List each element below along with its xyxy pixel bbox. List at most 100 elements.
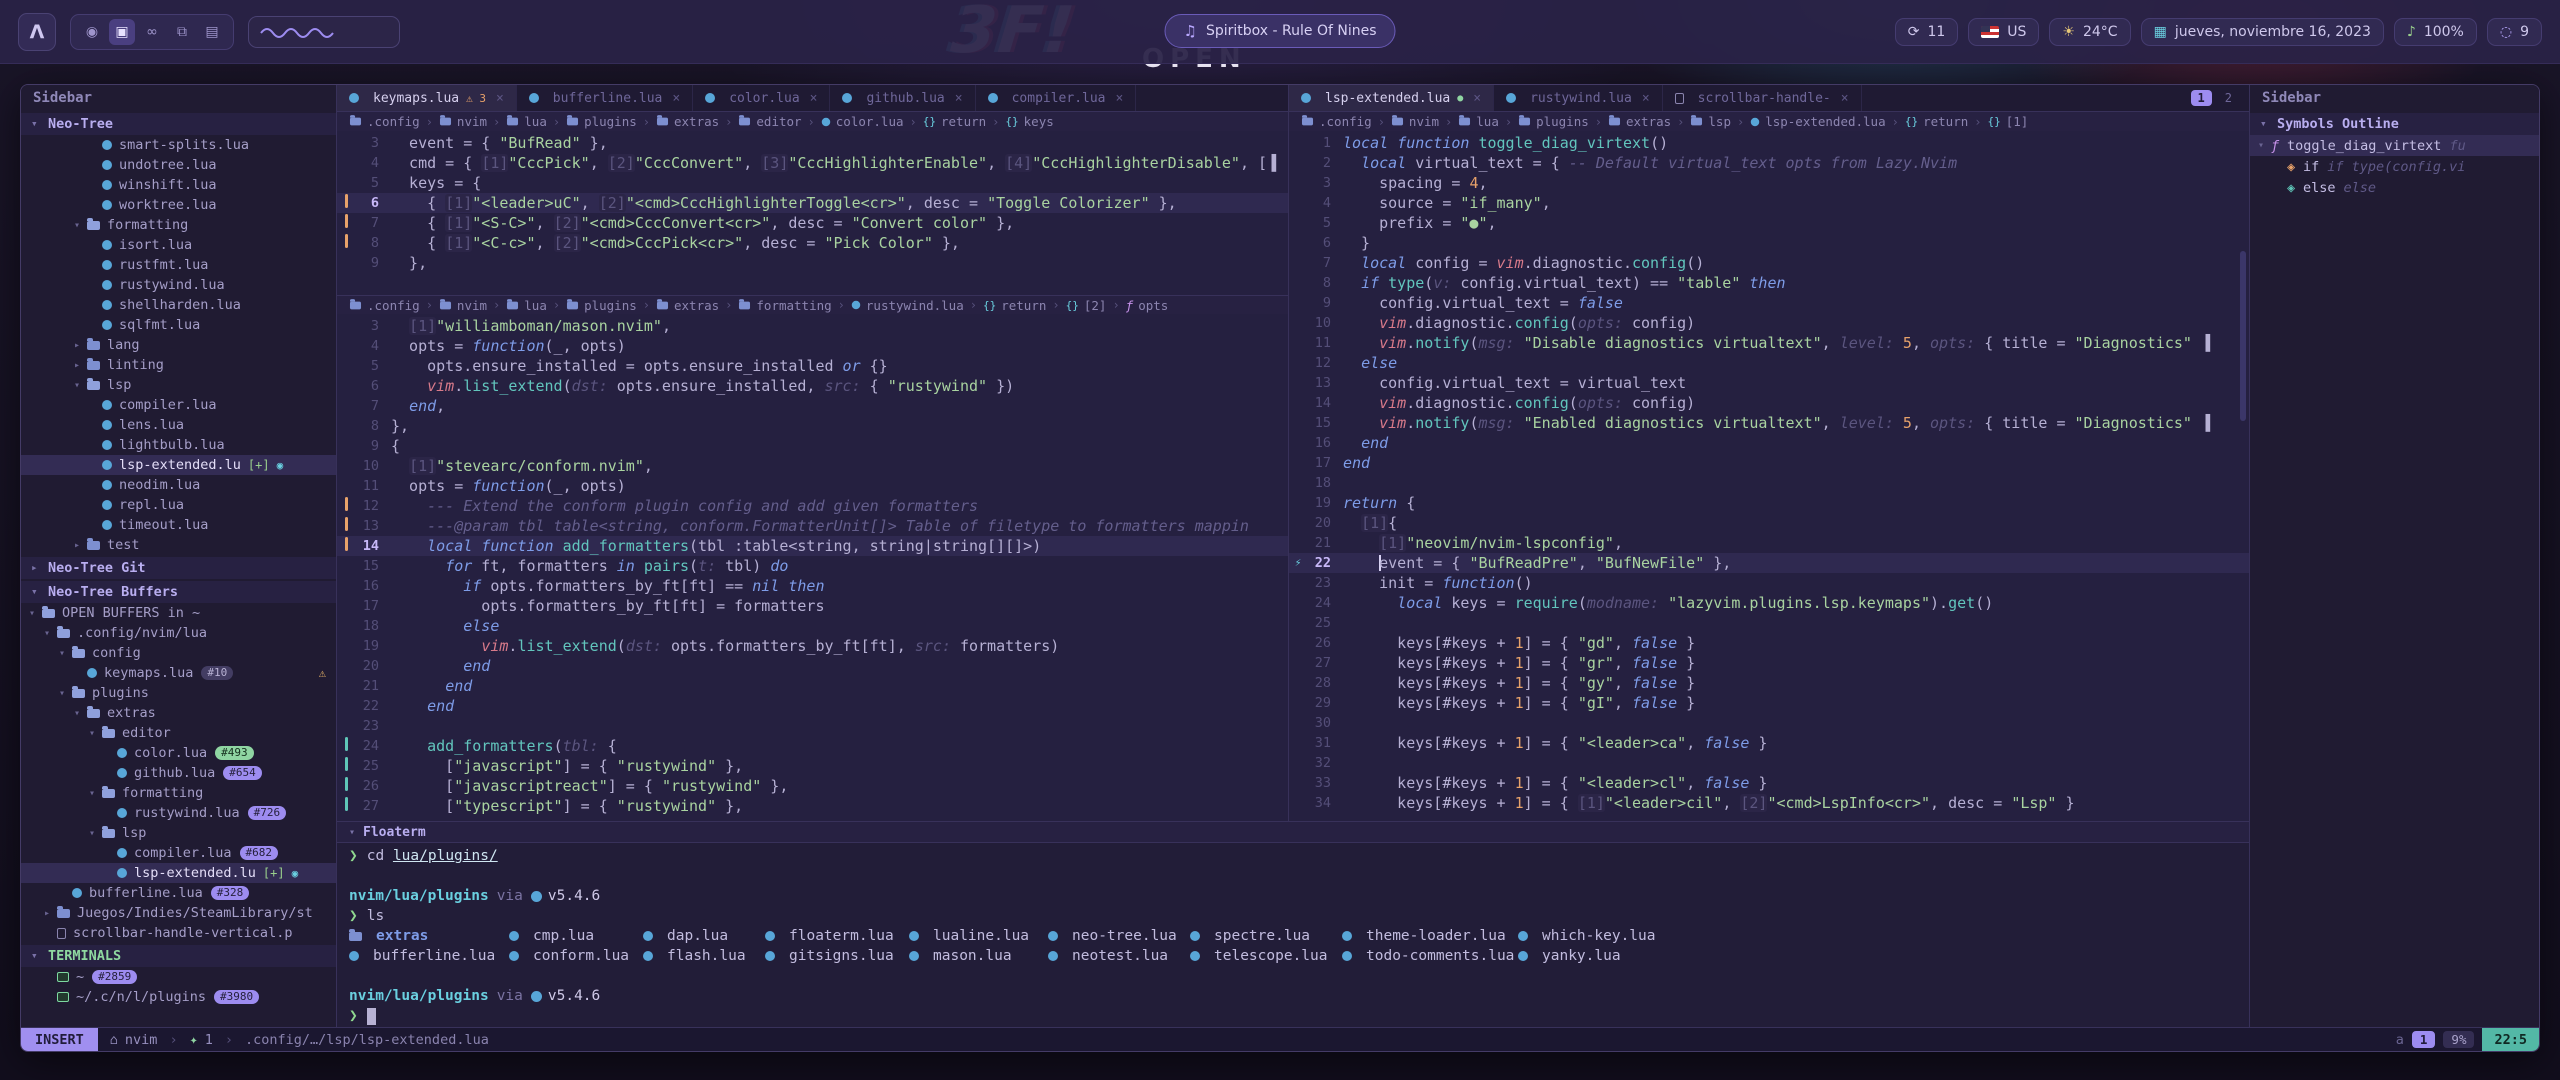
breadcrumb-segment[interactable]: color.lua: [821, 114, 904, 129]
tree-item[interactable]: ▾.config/nvim/lua: [21, 623, 336, 643]
code-line[interactable]: 3 event = { "BufRead" },: [337, 133, 1288, 153]
breadcrumb-segment[interactable]: lsp: [1690, 114, 1731, 129]
tree-item[interactable]: ▾lsp: [21, 823, 336, 843]
launcher-logo-icon[interactable]: Λ: [18, 13, 56, 51]
editor-tab[interactable]: lsp-extended.lua●×: [1289, 85, 1494, 111]
code-line[interactable]: ⚡22 event = { "BufReadPre", "BufNewFile"…: [1289, 553, 2249, 573]
breadcrumb-segment[interactable]: plugins: [566, 114, 637, 129]
neotree-section-header[interactable]: ▾ Neo-Tree: [21, 113, 336, 135]
breadcrumb-segment[interactable]: {}[1]: [1988, 114, 2029, 129]
code-line[interactable]: 18 else: [337, 616, 1288, 636]
breadcrumb-segment[interactable]: .config: [349, 298, 420, 313]
tree-item[interactable]: winshift.lua: [21, 175, 336, 195]
code-line[interactable]: 3 spacing = 4,: [1289, 173, 2249, 193]
code-line[interactable]: 30: [1289, 713, 2249, 733]
code-line[interactable]: 26 ["javascriptreact"] = { "rustywind" }…: [337, 776, 1288, 796]
tree-item[interactable]: timeout.lua: [21, 515, 336, 535]
topbar-button-icon[interactable]: ▣: [109, 19, 135, 45]
tree-item[interactable]: lsp-extended.lu[+]◉: [21, 455, 336, 475]
code-line[interactable]: 24 local keys = require(modname: "lazyvi…: [1289, 593, 2249, 613]
breadcrumb-segment[interactable]: formatting: [738, 298, 831, 313]
code-line[interactable]: 8},: [337, 416, 1288, 436]
editor-tab[interactable]: color.lua×: [693, 85, 830, 111]
code-line[interactable]: 15 vim.notify(msg: "Enabled diagnostics …: [1289, 413, 2249, 433]
breadcrumb-segment[interactable]: {}return: [1905, 114, 1968, 129]
code-line[interactable]: 18: [1289, 473, 2249, 493]
code-line[interactable]: 13 config.virtual_text = virtual_text: [1289, 373, 2249, 393]
tree-item[interactable]: ~#2859: [21, 967, 336, 987]
code-line[interactable]: 7 { [1]"<S-C>", [2]"<cmd>CccConvert<cr>"…: [337, 213, 1288, 233]
editor-tab[interactable]: keymaps.lua⚠ 3×: [337, 85, 517, 111]
tree-item[interactable]: scrollbar-handle-vertical.p: [21, 923, 336, 943]
tree-item[interactable]: ▸test: [21, 535, 336, 555]
tree-item[interactable]: lsp-extended.lu[+]◉: [21, 863, 336, 883]
code-line[interactable]: 27 keys[#keys + 1] = { "gr", false }: [1289, 653, 2249, 673]
code-line[interactable]: 26 keys[#keys + 1] = { "gd", false }: [1289, 633, 2249, 653]
close-icon[interactable]: ×: [1642, 91, 1650, 106]
breadcrumb-segment[interactable]: plugins: [566, 298, 637, 313]
tree-item[interactable]: shellharden.lua: [21, 295, 336, 315]
editor-tab[interactable]: github.lua×: [830, 85, 975, 111]
tree-item[interactable]: bufferline.lua#328: [21, 883, 336, 903]
code-line[interactable]: 1local function toggle_diag_virtext(): [1289, 133, 2249, 153]
floaterm-header[interactable]: ▾ Floaterm: [337, 822, 2249, 843]
tree-item[interactable]: compiler.lua#682: [21, 843, 336, 863]
code-line[interactable]: 21 [1]"neovim/nvim-lspconfig",: [1289, 533, 2249, 553]
tree-item[interactable]: lens.lua: [21, 415, 336, 435]
breadcrumb-segment[interactable]: rustywind.lua: [851, 298, 964, 313]
widget-volume[interactable]: ♪100%: [2394, 18, 2477, 46]
scrollbar-handle[interactable]: [2240, 251, 2246, 421]
breadcrumb-segment[interactable]: lsp-extended.lua: [1750, 114, 1885, 129]
code-line[interactable]: 7 end,: [337, 396, 1288, 416]
code-line[interactable]: 4 cmd = { [1]"CccPick", [2]"CccConvert",…: [337, 153, 1288, 173]
tree-item[interactable]: ▾editor: [21, 723, 336, 743]
code-line[interactable]: 27 ["typescript"] = { "rustywind" },: [337, 796, 1288, 816]
code-line[interactable]: 20 [1]{: [1289, 513, 2249, 533]
tree-item[interactable]: isort.lua: [21, 235, 336, 255]
terminals-section-header[interactable]: ▾ TERMINALS: [21, 945, 336, 967]
widget-tray[interactable]: ◌9: [2487, 18, 2542, 46]
tree-item[interactable]: ▾config: [21, 643, 336, 663]
breadcrumb-segment[interactable]: lua: [1458, 114, 1499, 129]
code-line[interactable]: 5 prefix = "●",: [1289, 213, 2249, 233]
code-line[interactable]: 14 vim.diagnostic.config(opts: config): [1289, 393, 2249, 413]
breadcrumb-segment[interactable]: lua: [506, 298, 547, 313]
code-line[interactable]: 16 end: [1289, 433, 2249, 453]
code-line[interactable]: 17end: [1289, 453, 2249, 473]
code-line[interactable]: 10 vim.diagnostic.config(opts: config): [1289, 313, 2249, 333]
widget-keyboard[interactable]: US: [1968, 18, 2039, 46]
editor-tab[interactable]: bufferline.lua×: [517, 85, 693, 111]
code-line[interactable]: 3 [1]"williamboman/mason.nvim",: [337, 316, 1288, 336]
code-window-lsp-extended-lua[interactable]: 1local function toggle_diag_virtext()2 l…: [1289, 131, 2249, 821]
tree-item[interactable]: keymaps.lua#10⚠: [21, 663, 336, 683]
neotree-git-section-header[interactable]: ▸ Neo-Tree Git: [21, 557, 336, 579]
tree-item[interactable]: ▾lsp: [21, 375, 336, 395]
tree-item[interactable]: worktree.lua: [21, 195, 336, 215]
close-icon[interactable]: ×: [955, 91, 963, 106]
code-line[interactable]: 12 else: [1289, 353, 2249, 373]
path-link[interactable]: lua/plugins/: [393, 846, 498, 866]
topbar-button-icon[interactable]: ⧉: [169, 19, 195, 45]
breadcrumb-segment[interactable]: {}return: [983, 298, 1046, 313]
breadcrumb-segment[interactable]: .config: [1301, 114, 1372, 129]
neotree-buffers-section-header[interactable]: ▾ Neo-Tree Buffers: [21, 581, 336, 603]
code-line[interactable]: 2 local virtual_text = { -- Default virt…: [1289, 153, 2249, 173]
code-line[interactable]: 34 keys[#keys + 1] = { [1]"<leader>cil",…: [1289, 793, 2249, 813]
now-playing-widget[interactable]: ♫ Spiritbox - Rule Of Nines: [1165, 14, 1396, 48]
code-line[interactable]: 33 keys[#keys + 1] = { "<leader>cl", fal…: [1289, 773, 2249, 793]
tree-item[interactable]: neodim.lua: [21, 475, 336, 495]
close-icon[interactable]: ×: [810, 91, 818, 106]
code-window-rustywind-lua[interactable]: 3 [1]"williamboman/mason.nvim",4 opts = …: [337, 314, 1288, 821]
tree-item[interactable]: sqlfmt.lua: [21, 315, 336, 335]
tree-item[interactable]: rustfmt.lua: [21, 255, 336, 275]
tree-item[interactable]: ▸linting: [21, 355, 336, 375]
code-line[interactable]: 5 opts.ensure_installed = opts.ensure_in…: [337, 356, 1288, 376]
breadcrumb-segment[interactable]: lua: [506, 114, 547, 129]
close-icon[interactable]: ×: [672, 91, 680, 106]
tree-item[interactable]: rustywind.lua: [21, 275, 336, 295]
topbar-button-icon[interactable]: ▤: [199, 19, 225, 45]
close-icon[interactable]: ×: [1116, 91, 1124, 106]
code-line[interactable]: 31 keys[#keys + 1] = { "<leader>ca", fal…: [1289, 733, 2249, 753]
code-line[interactable]: 6 { [1]"<leader>uC", [2]"<cmd>CccHighlig…: [337, 193, 1288, 213]
scribble-input[interactable]: [248, 16, 400, 48]
